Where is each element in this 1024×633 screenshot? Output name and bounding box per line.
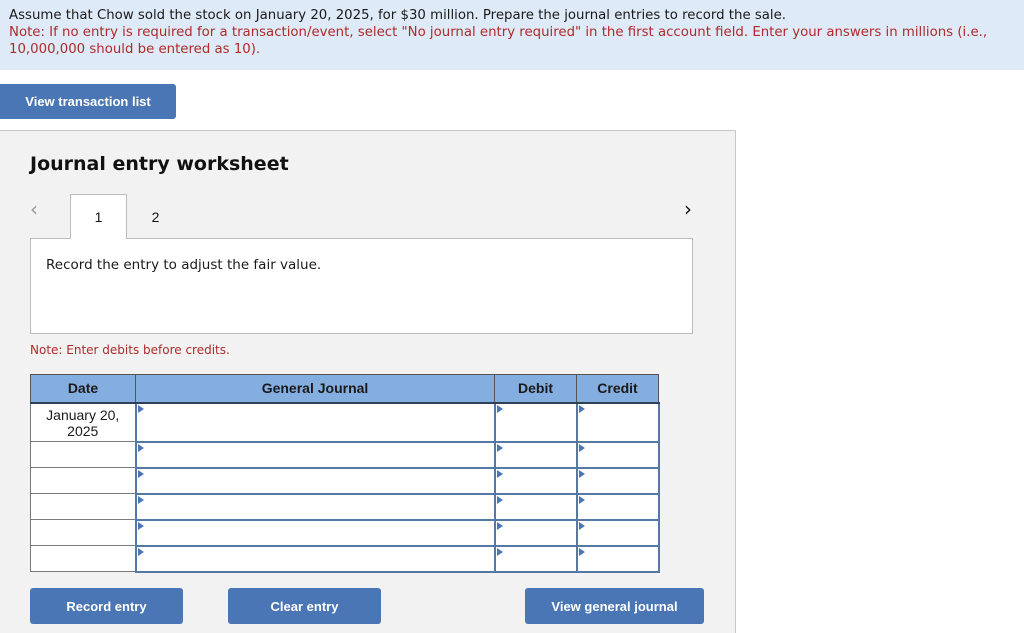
account-field[interactable] [134, 544, 496, 573]
debit-field[interactable] [493, 544, 578, 573]
journal-header-row: Date General Journal Debit Credit [30, 374, 659, 404]
debit-field[interactable] [493, 466, 578, 495]
date-cell [30, 467, 136, 494]
question-prompt: Assume that Chow sold the stock on Janua… [0, 0, 1024, 70]
header-debit: Debit [494, 374, 577, 404]
date-cell [30, 545, 136, 572]
debit-field[interactable] [493, 401, 578, 443]
credit-field[interactable] [575, 440, 660, 469]
table-row [30, 544, 660, 573]
credit-field[interactable] [575, 466, 660, 495]
chevron-right-icon[interactable]: › [684, 199, 704, 219]
table-row [30, 518, 660, 547]
date-cell: January 20, 2025 [30, 402, 136, 442]
question-text: Assume that Chow sold the stock on Janua… [9, 8, 787, 23]
account-field[interactable] [134, 518, 496, 547]
header-date: Date [30, 374, 136, 404]
table-row [30, 492, 660, 521]
journal-entry-worksheet-panel: Journal entry worksheet ‹ 1 2 › Record t… [0, 130, 736, 633]
credit-field[interactable] [575, 401, 660, 443]
credit-field[interactable] [575, 518, 660, 547]
entry-description-box: Record the entry to adjust the fair valu… [30, 238, 693, 334]
tab-entry-2[interactable]: 2 [127, 194, 184, 239]
view-general-journal-button[interactable]: View general journal [525, 588, 704, 624]
question-note: Note: If no entry is required for a tran… [9, 25, 988, 57]
table-row [30, 440, 660, 469]
header-credit: Credit [576, 374, 659, 404]
journal-table: Date General Journal Debit Credit Januar… [30, 374, 660, 573]
record-entry-button[interactable]: Record entry [30, 588, 183, 624]
header-general-journal: General Journal [135, 374, 495, 404]
account-field[interactable] [134, 492, 496, 521]
debit-field[interactable] [493, 492, 578, 521]
debits-note: Note: Enter debits before credits. [30, 343, 230, 357]
date-cell [30, 519, 136, 546]
date-cell [30, 441, 136, 468]
credit-field[interactable] [575, 544, 660, 573]
debit-field[interactable] [493, 518, 578, 547]
debit-field[interactable] [493, 440, 578, 469]
date-cell [30, 493, 136, 520]
entry-description: Record the entry to adjust the fair valu… [46, 257, 322, 273]
clear-entry-button[interactable]: Clear entry [228, 588, 381, 624]
credit-field[interactable] [575, 492, 660, 521]
tab-entry-1[interactable]: 1 [70, 194, 127, 239]
account-field[interactable] [134, 466, 496, 495]
account-field[interactable] [134, 401, 496, 443]
worksheet-title: Journal entry worksheet [30, 153, 289, 175]
table-row: January 20, 2025 [30, 401, 660, 443]
account-field[interactable] [134, 440, 496, 469]
table-row [30, 466, 660, 495]
view-transaction-list-button[interactable]: View transaction list [0, 84, 176, 119]
chevron-left-icon[interactable]: ‹ [30, 199, 50, 219]
